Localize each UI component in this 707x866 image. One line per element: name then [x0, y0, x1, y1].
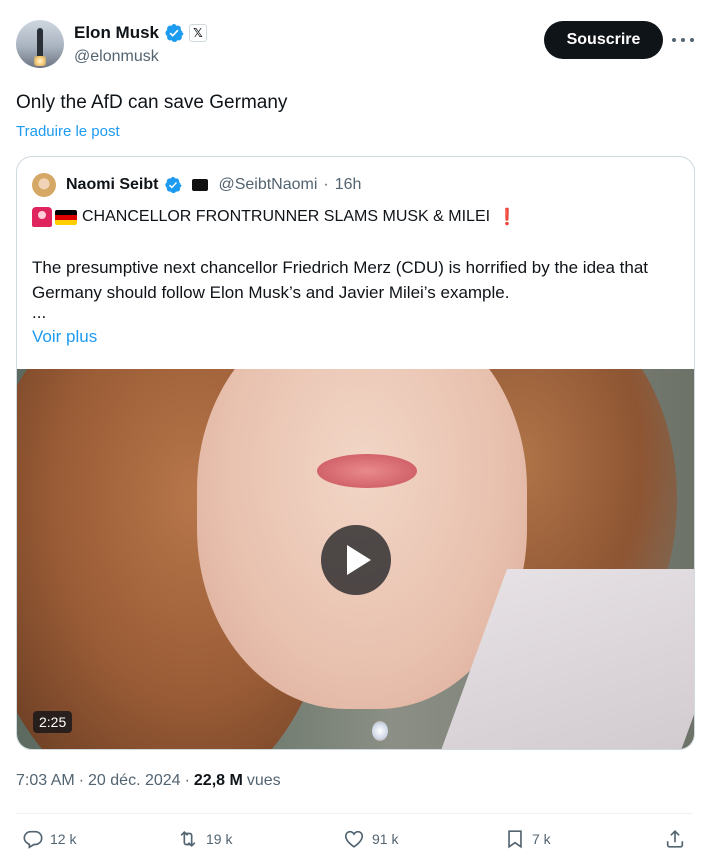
repost-icon — [176, 828, 200, 850]
author-name-row: Elon Musk 𝕏 — [74, 23, 208, 43]
video-player[interactable]: 2:25 — [17, 369, 694, 749]
rocket-image — [37, 28, 43, 58]
views-count: 22,8 M — [193, 772, 243, 789]
verified-icon — [164, 176, 182, 194]
quoted-post-time: 16h — [334, 176, 362, 193]
author-handle[interactable]: @elonmusk — [74, 48, 159, 66]
quoted-author-name: Naomi Seibt — [66, 176, 159, 193]
verified-icon — [164, 23, 184, 43]
quoted-ellipsis: ... — [32, 303, 47, 322]
share-icon — [664, 828, 686, 850]
author-avatar[interactable] — [16, 20, 64, 68]
rocket-flame — [34, 56, 46, 66]
dot — [690, 38, 694, 42]
like-count: 91 k — [372, 831, 399, 847]
more-options-icon[interactable] — [672, 32, 694, 48]
play-button[interactable] — [321, 525, 391, 595]
quoted-body-text: The presumptive next chancellor Friedric… — [32, 258, 649, 302]
post-meta: 7:03 AM · 20 déc. 2024 · 22,8 M vues — [16, 772, 281, 790]
divider — [16, 813, 693, 814]
siren-icon — [32, 207, 52, 227]
subscribe-button[interactable]: Souscrire — [544, 21, 663, 59]
separator-dot: · — [78, 772, 85, 789]
lips-image — [317, 454, 417, 488]
repost-count: 19 k — [206, 831, 233, 847]
quoted-headline: CHANCELLOR FRONTRUNNER SLAMS MUSK & MILE… — [82, 208, 491, 225]
video-duration: 2:25 — [33, 711, 73, 733]
affiliation-badge-icon — [192, 179, 209, 191]
german-flag-icon — [55, 209, 77, 225]
translate-post-link[interactable]: Traduire le post — [16, 123, 120, 140]
quoted-post-header: Naomi Seibt @SeibtNaomi · 16h — [32, 173, 361, 197]
play-icon — [347, 545, 371, 575]
author-display-name[interactable]: Elon Musk — [74, 23, 159, 43]
share-button[interactable] — [664, 828, 686, 850]
separator-dot: · — [323, 176, 329, 193]
bookmark-count: 7 k — [532, 831, 551, 847]
show-more-link[interactable]: Voir plus — [32, 327, 97, 347]
bookmark-button[interactable]: 7 k — [504, 828, 551, 850]
quoted-post-card[interactable]: Naomi Seibt @SeibtNaomi · 16h CHANCELLOR… — [16, 156, 695, 750]
action-bar: 12 k 19 k 91 k 7 k — [16, 828, 693, 858]
reply-icon — [22, 828, 44, 850]
post-header: Elon Musk 𝕏 @elonmusk Souscrire — [16, 20, 694, 72]
post-date[interactable]: 20 déc. 2024 — [88, 772, 181, 790]
dot — [681, 38, 685, 42]
quoted-headline-row: CHANCELLOR FRONTRUNNER SLAMS MUSK & MILE… — [32, 207, 517, 227]
bookmark-icon — [504, 828, 526, 850]
repost-button[interactable]: 19 k — [176, 828, 232, 850]
reply-button[interactable]: 12 k — [22, 828, 76, 850]
exclamation-icon: ❗ — [497, 209, 517, 226]
dot — [672, 38, 676, 42]
pendant-image — [372, 721, 388, 741]
post-time[interactable]: 7:03 AM — [16, 772, 75, 790]
like-button[interactable]: 91 k — [342, 828, 398, 850]
reply-count: 12 k — [50, 831, 77, 847]
quoted-author-handle: @SeibtNaomi — [218, 176, 318, 193]
separator-dot: · — [184, 772, 190, 789]
post-text: Only the AfD can save Germany — [16, 92, 288, 113]
x-affiliation-icon: 𝕏 — [189, 24, 208, 42]
heart-icon — [342, 828, 366, 850]
views-label: vues — [246, 772, 281, 789]
quoted-author-avatar — [32, 173, 56, 197]
